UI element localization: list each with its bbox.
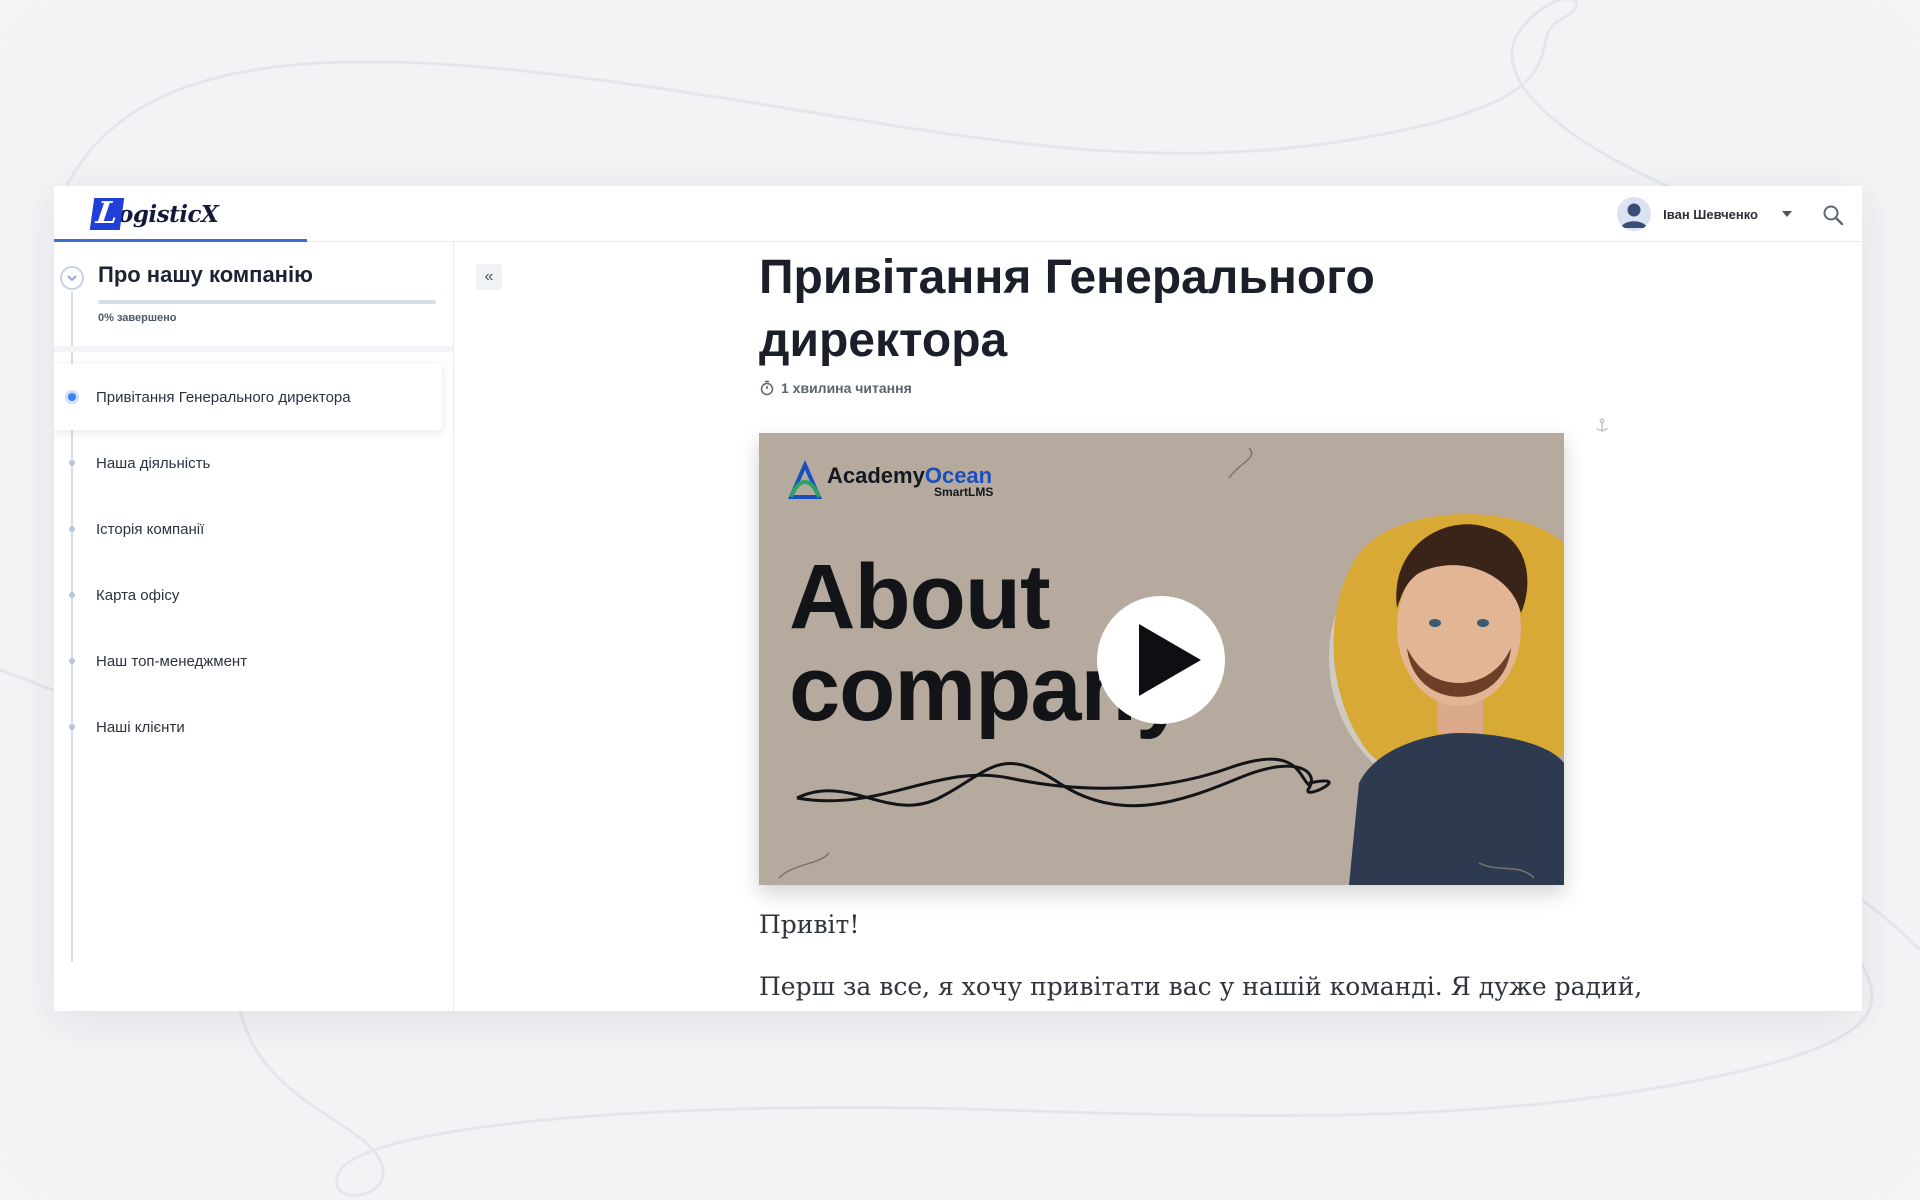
logo[interactable]: L ogisticX xyxy=(89,196,219,232)
page-title-line-2: директора xyxy=(759,314,1008,367)
lesson-label: Історія компанії xyxy=(96,520,205,538)
user-name: Іван Шевченко xyxy=(1663,206,1758,222)
lesson-item-clients[interactable]: Наші клієнти xyxy=(54,694,453,760)
brand-academy: Academy xyxy=(827,463,925,488)
video-title-line-1: About xyxy=(789,546,1051,648)
lesson-item-top-management[interactable]: Наш топ-менеджмент xyxy=(54,628,453,694)
lesson-label: Карта офісу xyxy=(96,586,180,604)
search-icon[interactable] xyxy=(1822,204,1844,226)
course-sidebar: Про нашу компанію 0% завершено Привітанн… xyxy=(54,242,454,1011)
page-title-line-1: Привітання Генерального xyxy=(759,251,1375,304)
collapse-course-toggle[interactable] xyxy=(60,266,84,290)
progress-bar xyxy=(98,300,436,304)
lesson-status-dot xyxy=(69,526,75,532)
anchor-icon[interactable] xyxy=(1594,418,1610,434)
brand-smart: Smart xyxy=(934,485,969,499)
page-title: Привітання Генерального директора xyxy=(759,246,1569,372)
lesson-item-office-map[interactable]: Карта офісу xyxy=(54,562,453,628)
user-menu[interactable]: Іван Шевченко xyxy=(1617,196,1792,232)
paragraph-greeting: Привіт! xyxy=(759,910,860,939)
course-header: Про нашу компанію 0% завершено xyxy=(54,242,453,352)
lesson-status-dot xyxy=(69,658,75,664)
collapse-sidebar-button[interactable]: « xyxy=(476,264,502,290)
lesson-item-activity[interactable]: Наша діяльність xyxy=(54,430,453,496)
chevron-down-icon xyxy=(67,275,77,282)
app-window: L ogisticX Іван Шевченко Про нашу компан… xyxy=(54,186,1862,1011)
course-title: Про нашу компанію xyxy=(98,262,313,287)
video-player[interactable]: AcademyOcean SmartLMS About company xyxy=(759,433,1564,885)
progress-text: 0% завершено xyxy=(98,312,177,324)
chevron-down-icon[interactable] xyxy=(1782,211,1792,217)
lesson-status-dot xyxy=(69,460,75,466)
lesson-status-dot xyxy=(69,724,75,730)
paragraph-intro: Перш за все, я хочу привітати вас у наші… xyxy=(759,972,1643,1001)
top-header: L ogisticX Іван Шевченко xyxy=(54,186,1862,242)
lesson-status-dot xyxy=(69,592,75,598)
lesson-label: Наша діяльність xyxy=(96,454,211,472)
lesson-status-dot xyxy=(65,390,79,404)
brand-lms: LMS xyxy=(968,485,994,499)
play-icon xyxy=(1139,624,1201,696)
lesson-item-ceo-greeting[interactable]: Привітання Генерального директора xyxy=(54,364,442,430)
smart-lms-label: SmartLMS xyxy=(934,485,993,499)
lesson-content: Привітання Генерального директора 1 хвил… xyxy=(759,242,1569,396)
user-icon xyxy=(1617,197,1652,231)
stopwatch-icon xyxy=(760,380,774,396)
lesson-label: Наш топ-менеджмент xyxy=(96,652,248,670)
logo-initial: L xyxy=(89,196,125,231)
lesson-list: Привітання Генерального директора Наша д… xyxy=(54,364,453,760)
play-button[interactable] xyxy=(1097,596,1225,724)
lesson-item-history[interactable]: Історія компанії xyxy=(54,496,453,562)
reading-time-text: 1 хвилина читання xyxy=(781,380,912,396)
logo-text: ogisticX xyxy=(118,200,219,228)
lesson-label: Наші клієнти xyxy=(96,718,185,736)
lesson-label: Привітання Генерального директора xyxy=(96,388,351,406)
reading-time: 1 хвилина читання xyxy=(759,380,1569,396)
avatar xyxy=(1617,197,1652,231)
